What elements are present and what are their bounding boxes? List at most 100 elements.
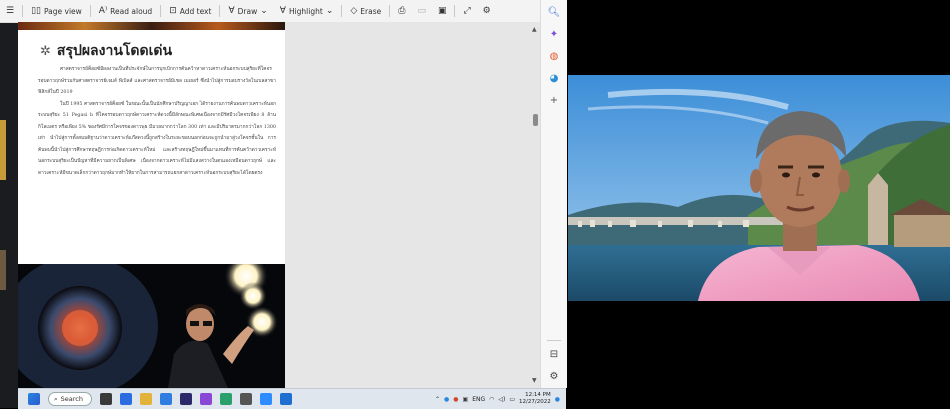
add-text-button[interactable]: ⊡ Add text (163, 5, 217, 16)
search-icon: 🔍︎ (547, 6, 561, 18)
page-title: สรุปผลงานโดดเด่น (56, 43, 173, 59)
fullscreen-button[interactable]: ⤢ (457, 5, 476, 16)
scroll-down-icon[interactable]: ▼ (532, 377, 537, 384)
wifi-icon[interactable]: ◠ (489, 396, 494, 403)
read-aloud-button[interactable]: A⁾ Read aloud (93, 5, 158, 16)
background-window-edge (0, 0, 18, 408)
add-text-icon: ⊡ (169, 5, 177, 16)
plus-icon: + (549, 94, 559, 106)
background-thumbnail (0, 250, 6, 290)
settings-button[interactable]: ⚙ (477, 5, 497, 16)
gear-icon: ⚙ (549, 370, 559, 382)
toolbar-divider (160, 5, 162, 17)
toolbar-divider (454, 5, 456, 17)
erase-button[interactable]: ◇ Erase (344, 5, 387, 16)
page-view-icon: ▯▯ (31, 5, 41, 16)
print-icon: ⎙ (398, 5, 406, 16)
search-sidebar-button[interactable]: 🔍︎ (546, 4, 562, 20)
page-view-button[interactable]: ▯▯ Page view (25, 5, 88, 16)
windows-start-icon[interactable] (28, 393, 40, 405)
split-screen-button[interactable]: ⊟ (546, 346, 562, 362)
eraser-icon: ◇ (350, 5, 358, 16)
edge-icon[interactable] (159, 393, 172, 405)
draw-label: Draw (237, 6, 258, 16)
save-button[interactable]: ▭ (411, 5, 432, 16)
page-illustration (18, 264, 285, 388)
sidebar-divider (547, 340, 561, 341)
add-text-label: Add text (179, 6, 212, 16)
browser-sidebar: 🔍︎ ✦ ◍ ◕ + ⊟ ⚙ (540, 0, 567, 388)
toolbar-divider (219, 5, 221, 17)
edge-browser-icon[interactable] (279, 393, 292, 405)
save-icon: ▭ (417, 5, 426, 16)
save-as-button[interactable]: ▣ (432, 5, 453, 16)
volume-icon[interactable]: ◁) (498, 396, 505, 403)
meet-icon[interactable] (119, 393, 132, 405)
chevron-down-icon: ⌄ (260, 5, 268, 16)
background-thumbnail (0, 120, 6, 180)
file-explorer-icon[interactable] (139, 393, 152, 405)
toolbar-divider (389, 5, 391, 17)
add-sidebar-app-button[interactable]: + (546, 92, 562, 108)
page-view-label: Page view (43, 6, 82, 16)
read-aloud-icon: A⁾ (98, 5, 108, 16)
chevron-down-icon: ⌄ (325, 5, 334, 16)
section-heading: ✲ สรุปผลงานโดดเด่น (40, 40, 172, 62)
office-sidebar-button[interactable]: ◍ (546, 48, 562, 64)
copilot-sidebar-button[interactable]: ✦ (546, 26, 562, 42)
search-label: Search (60, 395, 83, 403)
toolbar-divider (22, 5, 24, 17)
sidebar-settings-button[interactable]: ⚙ (546, 368, 562, 384)
chevron-up-icon[interactable]: ⌃ (435, 396, 440, 403)
chrome-icon[interactable] (219, 393, 232, 405)
print-button[interactable]: ⎙ (392, 5, 411, 16)
highlight-icon: ∀ (279, 5, 286, 16)
system-tray: ⌃ ● ● ▣ ENG ◠ ◁) ▭ 12:14 PM 12/27/2022 ● (435, 392, 566, 406)
clock-date: 12/27/2022 (519, 399, 551, 405)
settings-app-icon[interactable] (239, 393, 252, 405)
scroll-up-icon[interactable]: ▲ (532, 26, 537, 33)
sparkle-icon: ✲ (40, 43, 51, 59)
save-as-icon: ▣ (437, 5, 447, 16)
paragraph: ในปี 1995 ศาสตราจารย์ค็อยซ์ ในขณะนั้นเป็… (38, 101, 276, 176)
toolbar-divider (341, 5, 343, 17)
windows-taskbar: ⌕ Search ⌃ ● ● ▣ ENG ◠ ◁) ▭ 12:14 PM 12/… (18, 388, 566, 409)
draw-icon: ∀ (228, 5, 235, 16)
clock-time: 12:14 PM (525, 392, 551, 398)
erase-label: Erase (360, 6, 382, 16)
outlook-sidebar-button[interactable]: ◕ (546, 70, 562, 86)
photos-icon[interactable] (199, 393, 212, 405)
table-of-contents-button[interactable]: ☰ (0, 5, 20, 16)
scrollbar-thumb[interactable] (533, 114, 538, 126)
notification-icon[interactable]: ● (555, 396, 560, 403)
outlook-icon: ◕ (549, 72, 559, 84)
read-aloud-label: Read aloud (110, 6, 153, 16)
store-icon[interactable] (179, 393, 192, 405)
pdf-toolbar: ☰ ▯▯ Page view A⁾ Read aloud ⊡ Add text ∀ Dr… (0, 0, 540, 23)
pdf-page: ✲ สรุปผลงานโดดเด่น ศาสตราจารย์ค็อยซ์มีผล… (18, 22, 285, 388)
scientist-illustration (18, 264, 285, 388)
page-header-image (18, 22, 285, 30)
paragraph: ศาสตราจารย์ค็อยซ์มีผลงานเป็นที่ประจักษ์ใ… (38, 67, 276, 95)
office-icon: ◍ (549, 50, 559, 62)
zoom-icon[interactable] (259, 393, 272, 405)
video-call-feed (568, 75, 950, 301)
expand-icon: ⤢ (463, 5, 471, 16)
pdf-viewer: ✲ สรุปผลงานโดดเด่น ศาสตราจารย์ค็อยซ์มีผล… (18, 22, 540, 388)
vertical-scrollbar[interactable]: ▲ ▼ (531, 22, 540, 388)
tray-app-icon[interactable]: ▣ (463, 396, 469, 403)
highlight-button[interactable]: ∀ Highlight ⌄ (274, 5, 340, 16)
gear-icon: ⚙ (482, 5, 491, 16)
split-screen-icon: ⊟ (549, 348, 559, 360)
taskbar-search[interactable]: ⌕ Search (48, 392, 92, 406)
toolbar-divider (89, 5, 91, 17)
language-indicator[interactable]: ENG (472, 396, 485, 403)
taskbar-clock[interactable]: 12:14 PM 12/27/2022 (519, 392, 551, 406)
battery-icon[interactable]: ▭ (509, 396, 515, 403)
task-view-icon[interactable] (99, 393, 112, 405)
tray-app-icon[interactable]: ● (444, 396, 449, 403)
draw-button[interactable]: ∀ Draw ⌄ (222, 5, 273, 16)
sparkle-icon: ✦ (549, 28, 559, 40)
contents-icon: ☰ (6, 5, 15, 16)
tray-app-icon[interactable]: ● (453, 396, 458, 403)
